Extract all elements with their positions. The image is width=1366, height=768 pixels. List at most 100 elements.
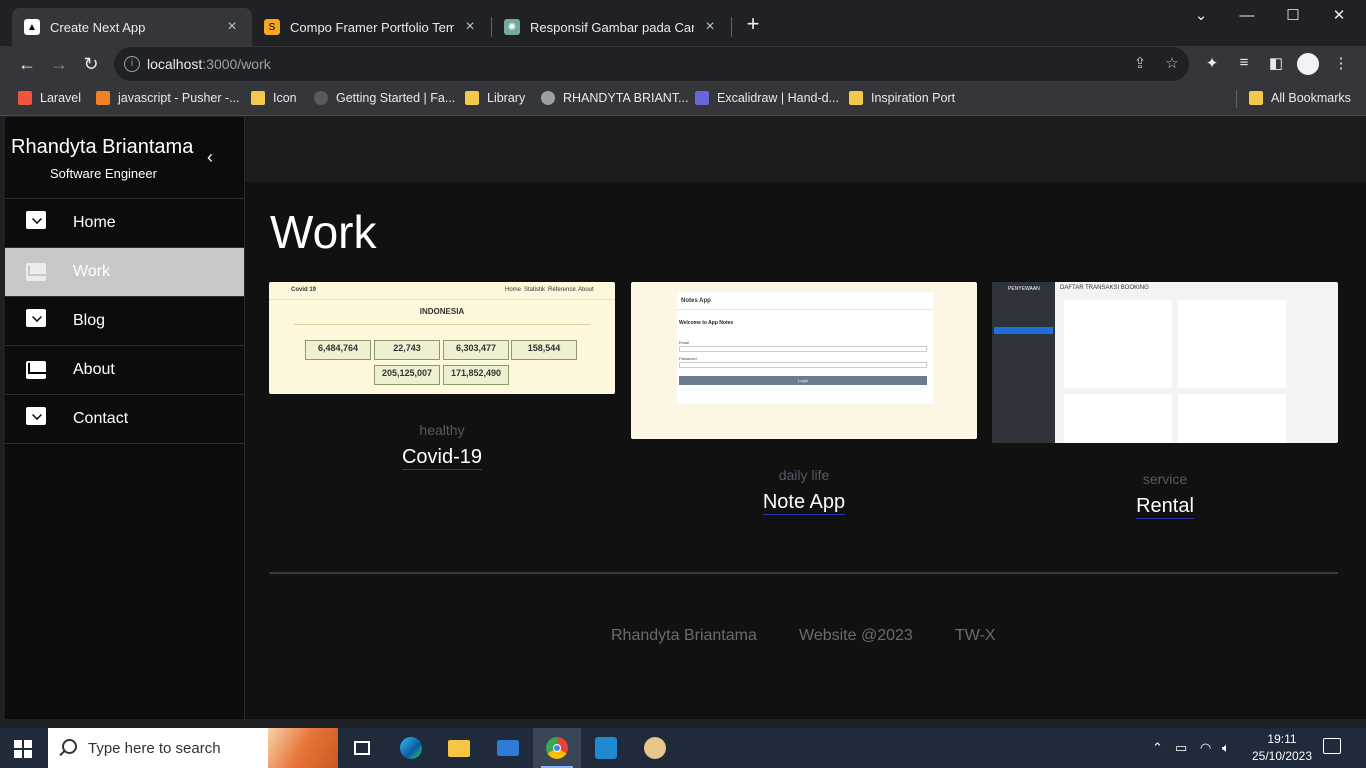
paint-icon[interactable]	[631, 728, 679, 768]
sidebar-item-label: Blog	[73, 312, 106, 329]
sidebar-item-contact[interactable]: Contact	[5, 395, 244, 444]
notification-center-icon[interactable]	[1323, 738, 1341, 754]
close-tab-icon[interactable]: ×	[224, 18, 240, 36]
footer-website: Website @2023	[799, 627, 913, 644]
footer-twx[interactable]: TW-X	[955, 627, 996, 645]
close-tab-icon[interactable]: ×	[462, 18, 478, 36]
bookmark-label: javascript - Pusher -...	[118, 91, 240, 105]
sidebar-item-home[interactable]: Home	[5, 199, 244, 248]
profile-avatar-icon[interactable]	[1297, 53, 1319, 75]
thumb-booking-card	[1178, 394, 1286, 443]
side-panel-icon[interactable]: ◧	[1266, 54, 1286, 74]
sidebar: Rhandyta Briantama Software Engineer ‹ H…	[5, 117, 245, 719]
thumb-navbar: Covid 19 Home Statistik Reference About	[269, 282, 615, 300]
card-thumbnail[interactable]: Notes App Welcome to App Notes Email Pas…	[631, 282, 977, 439]
browser-tab-strip: ▲ Create Next App × S Compo Framer Portf…	[0, 0, 1366, 46]
thumb-booking-card	[1064, 394, 1172, 443]
edge-icon[interactable]	[387, 728, 435, 768]
bookmark-library[interactable]: Library	[465, 91, 525, 105]
bookmark-label: All Bookmarks	[1271, 91, 1351, 105]
sidebar-item-about[interactable]: About	[5, 346, 244, 395]
profile-role: Software Engineer	[50, 166, 157, 181]
tab-search-chevron-icon[interactable]: ⌄	[1178, 4, 1224, 28]
thumb-login-panel: Notes App Welcome to App Notes Email Pas…	[677, 292, 933, 404]
bookmark-label: Laravel	[40, 91, 81, 105]
sidebar-item-blog[interactable]: Blog	[5, 297, 244, 346]
main-content: Work Covid 19 Home Statistik Reference A…	[245, 117, 1366, 719]
bookmark-label: Excalidraw | Hand-d...	[717, 91, 840, 105]
sidebar-item-work[interactable]: Work	[5, 248, 244, 297]
card-thumbnail[interactable]: Covid 19 Home Statistik Reference About …	[269, 282, 615, 394]
task-view-icon[interactable]	[338, 728, 386, 768]
new-tab-button[interactable]: +	[741, 13, 765, 37]
taskbar-search-box[interactable]: Type here to search	[48, 728, 338, 768]
url-text[interactable]: localhost:3000/work	[147, 56, 271, 72]
card-title-link[interactable]: Note App	[631, 491, 977, 515]
card-title-link[interactable]: Covid-19	[269, 446, 615, 470]
close-window-button[interactable]: ✕	[1316, 4, 1362, 28]
bookmark-icon-folder[interactable]: Icon	[251, 91, 297, 105]
vscode-icon[interactable]	[582, 728, 630, 768]
card-category: service	[1142, 471, 1188, 487]
bookmark-laravel[interactable]: Laravel	[18, 91, 81, 105]
bookmark-pusher[interactable]: javascript - Pusher -...	[96, 91, 240, 105]
chrome-icon[interactable]	[533, 728, 581, 768]
wifi-icon[interactable]: ◠	[1200, 740, 1211, 756]
forward-button[interactable]: →	[47, 52, 71, 76]
thumb-brand: Notes App	[677, 292, 933, 310]
sidebar-item-label: Home	[73, 214, 116, 231]
windows-start-icon[interactable]	[14, 740, 32, 758]
bookmark-label: RHANDYTA BRIANT...	[563, 91, 689, 105]
thumb-heading: INDONESIA	[419, 307, 465, 316]
menu-kebab-icon[interactable]: ⋮	[1331, 54, 1351, 74]
file-explorer-icon[interactable]	[435, 728, 483, 768]
tab-create-next-app[interactable]: ▲ Create Next App ×	[12, 8, 252, 46]
bookmark-inspiration-port[interactable]: Inspiration Port	[849, 91, 955, 105]
thumb-nav-item: Reference	[548, 287, 576, 293]
collapse-chevron-left-icon[interactable]: ‹	[207, 147, 213, 168]
card-thumbnail[interactable]: PENYEWAAN DAFTAR TRANSAKSI BOOKING	[992, 282, 1338, 443]
extensions-puzzle-icon[interactable]: ✦	[1202, 54, 1222, 74]
tab-compo-framer[interactable]: S Compo Framer Portfolio Templat ×	[252, 8, 490, 46]
bookmark-star-icon[interactable]: ☆	[1162, 54, 1182, 74]
share-icon[interactable]: ⇪	[1130, 54, 1150, 74]
work-card-note-app[interactable]: Notes App Welcome to App Notes Email Pas…	[631, 282, 977, 515]
bookmark-excalidraw[interactable]: Excalidraw | Hand-d...	[695, 91, 839, 105]
card-title[interactable]: Rental	[1136, 495, 1194, 519]
bookmark-rhandyta[interactable]: RHANDYTA BRIANT...	[541, 91, 688, 105]
profile-name: Rhandyta Briantama	[11, 136, 194, 158]
work-card-rental[interactable]: PENYEWAAN DAFTAR TRANSAKSI BOOKING servi…	[992, 282, 1338, 519]
folder-icon	[251, 91, 265, 105]
taskbar-clock[interactable]: 19:11 25/10/2023	[1248, 731, 1316, 765]
tab-title: Create Next App	[50, 19, 146, 35]
top-bar	[245, 117, 1366, 182]
show-hidden-icons-chevron-icon[interactable]: ⌃	[1152, 740, 1163, 756]
thumb-brand: Covid 19	[291, 287, 317, 293]
maximize-button[interactable]: ☐	[1270, 4, 1316, 28]
card-title-link[interactable]: Rental	[992, 495, 1338, 519]
media-queue-icon[interactable]: ≡	[1234, 54, 1254, 74]
thumb-stat: 205,125,007	[374, 365, 440, 385]
all-bookmarks[interactable]: All Bookmarks	[1249, 91, 1351, 105]
chatgpt-favicon-icon: ✺	[504, 19, 520, 35]
sidebar-item-label: About	[73, 361, 115, 378]
card-title[interactable]: Note App	[762, 491, 846, 515]
tab-responsif-gambar[interactable]: ✺ Responsif Gambar pada Card ×	[492, 8, 730, 46]
thumb-heading: DAFTAR TRANSAKSI BOOKING	[1060, 285, 1149, 291]
bookmarks-separator	[1236, 90, 1237, 108]
volume-icon[interactable]: 🔈︎	[1222, 740, 1230, 756]
back-button[interactable]: ←	[15, 52, 39, 76]
card-title[interactable]: Covid-19	[401, 446, 483, 470]
network-device-icon[interactable]: ▭	[1175, 740, 1187, 756]
address-bar[interactable]: i localhost:3000/work ⇪ ☆	[114, 47, 1189, 81]
reload-button[interactable]: ↻	[79, 52, 103, 76]
tab-title: Compo Framer Portfolio Templat	[290, 19, 454, 35]
site-info-icon[interactable]: i	[124, 56, 140, 72]
minimize-button[interactable]: —	[1224, 4, 1270, 28]
mail-app-icon[interactable]	[484, 728, 532, 768]
tab-separator	[731, 17, 732, 37]
bookmark-getting-started[interactable]: Getting Started | Fa...	[314, 91, 455, 105]
bookmark-label: Icon	[273, 91, 297, 105]
work-card-covid[interactable]: Covid 19 Home Statistik Reference About …	[269, 282, 615, 470]
close-tab-icon[interactable]: ×	[702, 18, 718, 36]
